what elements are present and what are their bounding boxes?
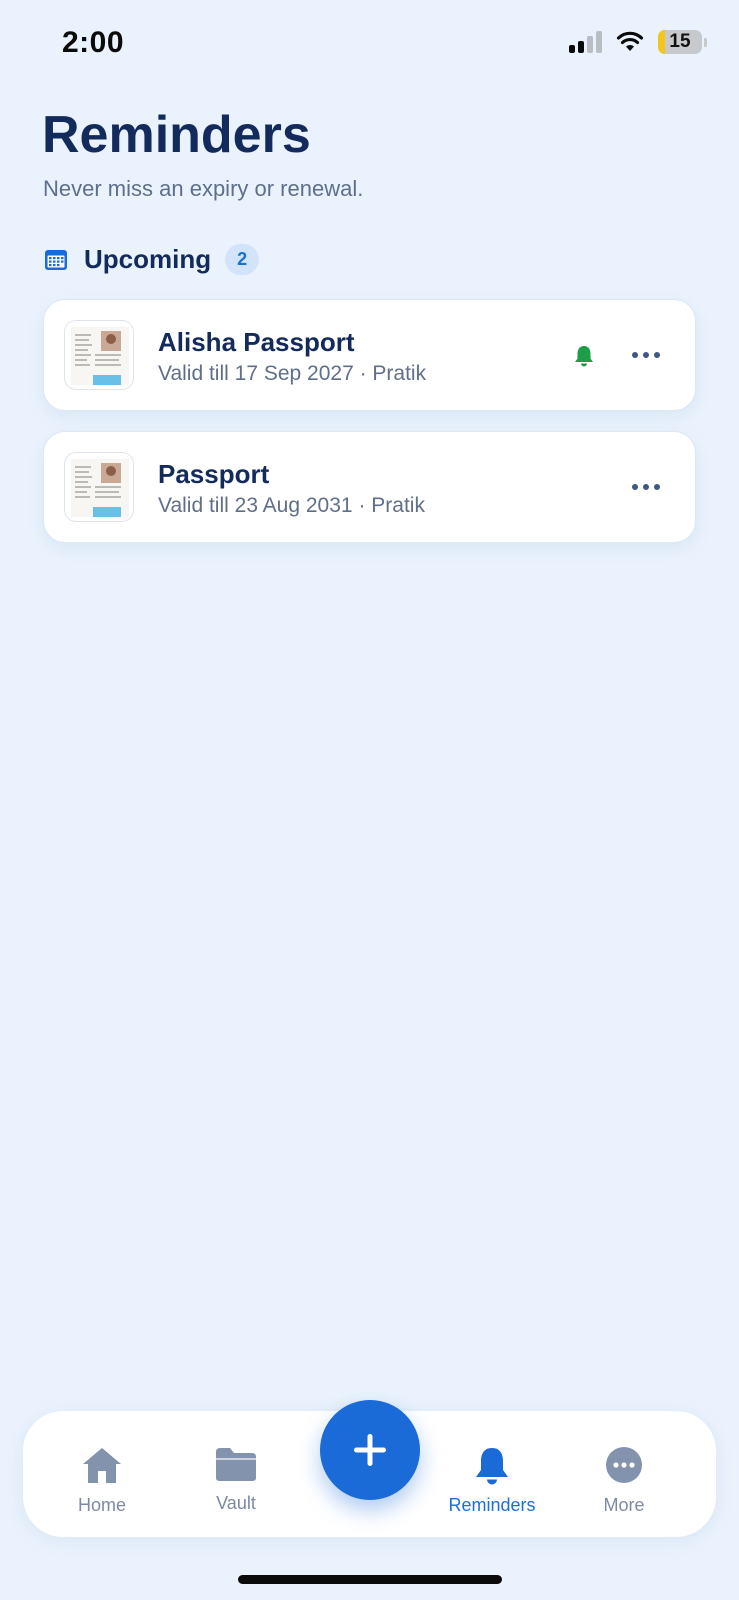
- nav-item-more[interactable]: More: [564, 1411, 684, 1537]
- home-indicator: [238, 1575, 502, 1584]
- battery-level: 15: [669, 31, 691, 52]
- reminder-card[interactable]: Passport Valid till 23 Aug 2031 · Pratik: [43, 431, 696, 543]
- nav-item-home[interactable]: Home: [42, 1411, 162, 1537]
- calendar-icon: [45, 249, 67, 270]
- status-bar: 2:00 15: [0, 0, 739, 90]
- reminder-card[interactable]: Alisha Passport Valid till 17 Sep 2027 ·…: [43, 299, 696, 411]
- add-button[interactable]: [320, 1400, 420, 1500]
- folder-icon: [216, 1448, 256, 1481]
- reminder-title: Alisha Passport: [158, 327, 355, 357]
- page-title: Reminders: [42, 106, 311, 164]
- nav-label: More: [603, 1495, 645, 1515]
- home-icon: [83, 1448, 121, 1483]
- battery-icon: 15: [658, 30, 702, 54]
- status-indicators: 15: [569, 30, 707, 54]
- document-thumbnail: [64, 320, 134, 390]
- cellular-signal-icon: [569, 31, 602, 53]
- plus-icon: [354, 1434, 386, 1466]
- nav-label: Home: [77, 1495, 126, 1515]
- more-icon: [606, 1447, 642, 1483]
- reminder-owner: · Pratik: [358, 494, 425, 517]
- bell-icon[interactable]: [573, 344, 595, 368]
- reminder-valid-date: Valid till 23 Aug 2031: [158, 494, 353, 517]
- reminder-title: Passport: [158, 459, 270, 489]
- more-options-button[interactable]: [621, 470, 671, 504]
- document-thumbnail: [64, 452, 134, 522]
- reminder-valid-date: Valid till 17 Sep 2027: [158, 362, 354, 385]
- nav-label: Reminders: [448, 1495, 536, 1515]
- count-badge: 2: [225, 244, 260, 275]
- section-header-upcoming: Upcoming 2: [44, 244, 260, 275]
- reminder-details: Valid till 17 Sep 2027 · Pratik: [158, 362, 426, 386]
- bell-icon: [476, 1448, 508, 1485]
- section-title: Upcoming: [84, 244, 212, 274]
- battery-tip: [704, 37, 707, 47]
- page-subtitle: Never miss an expiry or renewal.: [43, 176, 364, 201]
- reminder-details: Valid till 23 Aug 2031 · Pratik: [158, 494, 425, 518]
- reminder-owner: · Pratik: [359, 362, 427, 385]
- nav-label: Vault: [216, 1493, 256, 1513]
- more-options-button[interactable]: [621, 338, 671, 372]
- nav-item-reminders[interactable]: Reminders: [432, 1411, 552, 1537]
- status-time: 2:00: [62, 26, 125, 59]
- wifi-icon: [616, 31, 644, 51]
- nav-item-vault[interactable]: Vault: [176, 1411, 296, 1537]
